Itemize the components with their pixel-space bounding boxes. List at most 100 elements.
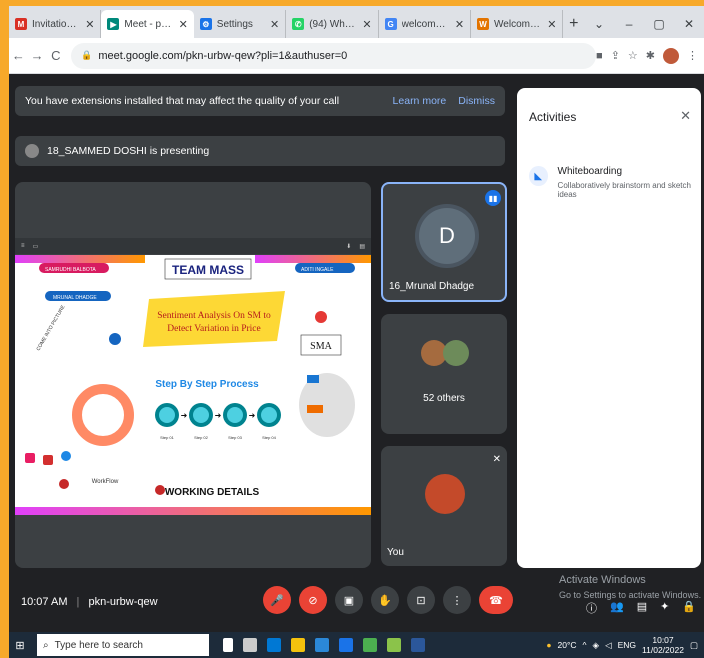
close-tab-icon[interactable]: ✕ xyxy=(179,18,188,31)
url-field[interactable]: 🔒 meet.google.com/pkn-urbw-qew?pli=1&aut… xyxy=(71,42,597,69)
people-icon[interactable]: 👥 xyxy=(610,600,624,616)
forward-icon[interactable]: → xyxy=(28,48,47,63)
participant-tile-dhadge[interactable]: D ▮▮ 16_Mrunal Dhadge xyxy=(381,182,507,302)
slide-step-1: Step 01 xyxy=(160,435,175,440)
bookmark-star-icon[interactable]: ☆ xyxy=(628,49,638,62)
participant-avatar: D xyxy=(419,208,475,264)
mic-toggle-button[interactable]: 🎤 xyxy=(263,586,291,614)
camera-icon[interactable]: ■ xyxy=(596,50,603,62)
windows-start-icon[interactable]: ⊞ xyxy=(9,639,31,652)
presentation-slide: SAMRUDHI BALBOTA MRUNAL DHADGE ADITI ING… xyxy=(15,255,371,515)
more-options-button[interactable]: ⋮ xyxy=(443,586,471,614)
new-tab-icon[interactable]: + xyxy=(563,10,584,38)
captions-button[interactable]: ▣ xyxy=(335,586,363,614)
mic-off-icon: ✕ xyxy=(492,454,501,465)
presenting-bar: 18_SAMMED DOSHI is presenting xyxy=(15,136,505,166)
svg-text:➜: ➜ xyxy=(181,411,188,420)
close-icon[interactable]: ✕ xyxy=(680,108,691,124)
browser-tab[interactable]: W Welcome Speech: Gui ✕ xyxy=(471,10,564,38)
maximize-icon[interactable]: ▢ xyxy=(644,17,674,31)
present-button[interactable]: ⊡ xyxy=(407,586,435,614)
activities-icon[interactable]: ✦ xyxy=(660,600,669,616)
share-icon[interactable]: ⇪ xyxy=(611,49,620,62)
browser-tab[interactable]: M Invitation as a Jugde f ✕ xyxy=(9,10,102,38)
slide-step-4: Step 04 xyxy=(262,435,277,440)
gear-icon: ⚙ xyxy=(199,18,212,30)
meeting-info-separator: | xyxy=(76,596,80,608)
slide-process: Step By Step Process xyxy=(155,379,259,390)
slide-name-1: SAMRUDHI BALBOTA xyxy=(45,267,96,273)
edge-icon[interactable] xyxy=(267,638,281,652)
tab-title: Invitation as a Jugde f xyxy=(32,18,81,30)
extensions-icon[interactable]: ✱ xyxy=(646,49,655,62)
banner-text: You have extensions installed that may a… xyxy=(25,95,340,107)
notification-icon[interactable]: ▢ xyxy=(690,640,698,651)
close-tab-icon[interactable]: ✕ xyxy=(362,18,371,31)
gmail-icon: M xyxy=(15,18,27,30)
browser-tab[interactable]: ✆ (94) WhatsApp✕ xyxy=(286,10,379,38)
slide-team: TEAM MASS xyxy=(172,263,244,277)
close-window-icon[interactable]: ✕ xyxy=(674,17,704,31)
presentation-stage: ≡ ▭ ⬇ ▤ SAMRUDHI BALBOTA MRUNAL DHADGE A… xyxy=(15,182,371,568)
participant-avatar xyxy=(443,340,469,366)
tray-lang[interactable]: ENG xyxy=(618,640,636,650)
dismiss-button[interactable]: Dismiss xyxy=(458,95,495,107)
tray-date: 11/02/2022 xyxy=(642,645,684,655)
search-icon: ⌕ xyxy=(43,639,49,651)
learn-more-link[interactable]: Learn more xyxy=(393,95,447,107)
meeting-info: 10:07 AM | pkn-urbw-qew xyxy=(21,596,158,608)
activities-panel: Activities ✕ ◣ Whiteboarding Collaborati… xyxy=(517,88,701,568)
tab-strip: M Invitation as a Jugde f ✕ ▶ Meet - pkn-urb… xyxy=(9,6,704,38)
item-title: Whiteboarding xyxy=(557,166,623,177)
tray-clock[interactable]: 10:07 11/02/2022 xyxy=(642,635,684,655)
store-icon[interactable] xyxy=(315,638,329,652)
tray-chevron-icon[interactable]: ^ xyxy=(583,640,587,650)
windows-taskbar: ⊞ ⌕ Type here to search ● 20°C ^ ◈ ◁ ENG… xyxy=(9,632,704,658)
slide-step-2: Step 02 xyxy=(194,435,209,440)
meeting-controls-bar: 10:07 AM | pkn-urbw-qew 🎤 ⊘ ▣ ✋ ⊡ ⋮ ☎ Ac… xyxy=(9,574,704,632)
close-tab-icon[interactable]: ✕ xyxy=(455,18,464,31)
chat-icon[interactable]: ▤ xyxy=(637,600,647,616)
slide-graphic: SAMRUDHI BALBOTA MRUNAL DHADGE ADITI ING… xyxy=(15,255,371,515)
weather-temp[interactable]: 20°C xyxy=(558,640,577,650)
participant-tile-others[interactable]: 52 others xyxy=(381,314,507,434)
whiteboarding-item[interactable]: ◣ Whiteboarding Collaboratively brainsto… xyxy=(529,166,701,199)
mail-icon[interactable] xyxy=(339,638,353,652)
info-icon[interactable]: ⓘ xyxy=(586,600,597,616)
back-icon[interactable]: ← xyxy=(9,48,28,63)
panel-title: Activities xyxy=(529,110,577,124)
chevron-down-icon[interactable]: ⌄ xyxy=(584,17,614,31)
chrome-icon[interactable] xyxy=(363,638,377,652)
whatsapp-icon: ✆ xyxy=(292,18,305,30)
reload-icon[interactable]: C xyxy=(46,48,65,63)
slide-step-3: Step 03 xyxy=(228,435,243,440)
close-tab-icon[interactable]: ✕ xyxy=(547,18,556,31)
close-tab-icon[interactable]: ✕ xyxy=(270,18,279,31)
file-explorer-icon[interactable] xyxy=(291,638,305,652)
taskbar-search[interactable]: ⌕ Type here to search xyxy=(37,634,209,656)
task-view-icon[interactable] xyxy=(243,638,257,652)
profile-avatar[interactable] xyxy=(663,47,679,64)
participant-avatar xyxy=(425,474,465,514)
raise-hand-button[interactable]: ✋ xyxy=(371,586,399,614)
camera-toggle-button[interactable]: ⊘ xyxy=(299,586,327,614)
meet-icon: ▶ xyxy=(107,18,120,30)
browser-tab[interactable]: ▶ Meet - pkn-urbw ✕ xyxy=(101,10,194,38)
close-tab-icon[interactable]: ✕ xyxy=(85,18,94,31)
slide-sma: SMA xyxy=(310,341,332,352)
menu-icon[interactable]: ⋮ xyxy=(687,49,698,62)
participant-tile-you[interactable]: ✕ You xyxy=(381,446,507,566)
app-icon[interactable] xyxy=(387,638,401,652)
minimize-icon[interactable]: – xyxy=(614,17,644,31)
volume-icon[interactable]: ◁ xyxy=(605,640,612,651)
lock-icon[interactable]: 🔒 xyxy=(682,600,696,616)
cortana-icon[interactable] xyxy=(223,638,233,652)
network-icon[interactable]: ◈ xyxy=(593,640,600,651)
end-call-button[interactable]: ☎ xyxy=(479,586,513,614)
tray-time: 10:07 xyxy=(652,635,674,645)
word-icon[interactable] xyxy=(411,638,425,652)
pdf-download-icon: ⬇ xyxy=(346,243,352,250)
browser-tab[interactable]: ⚙ Settings ✕ xyxy=(194,10,287,38)
browser-tab[interactable]: Gwelcome text content ✕ xyxy=(379,10,472,38)
participant-name: You xyxy=(387,547,404,558)
